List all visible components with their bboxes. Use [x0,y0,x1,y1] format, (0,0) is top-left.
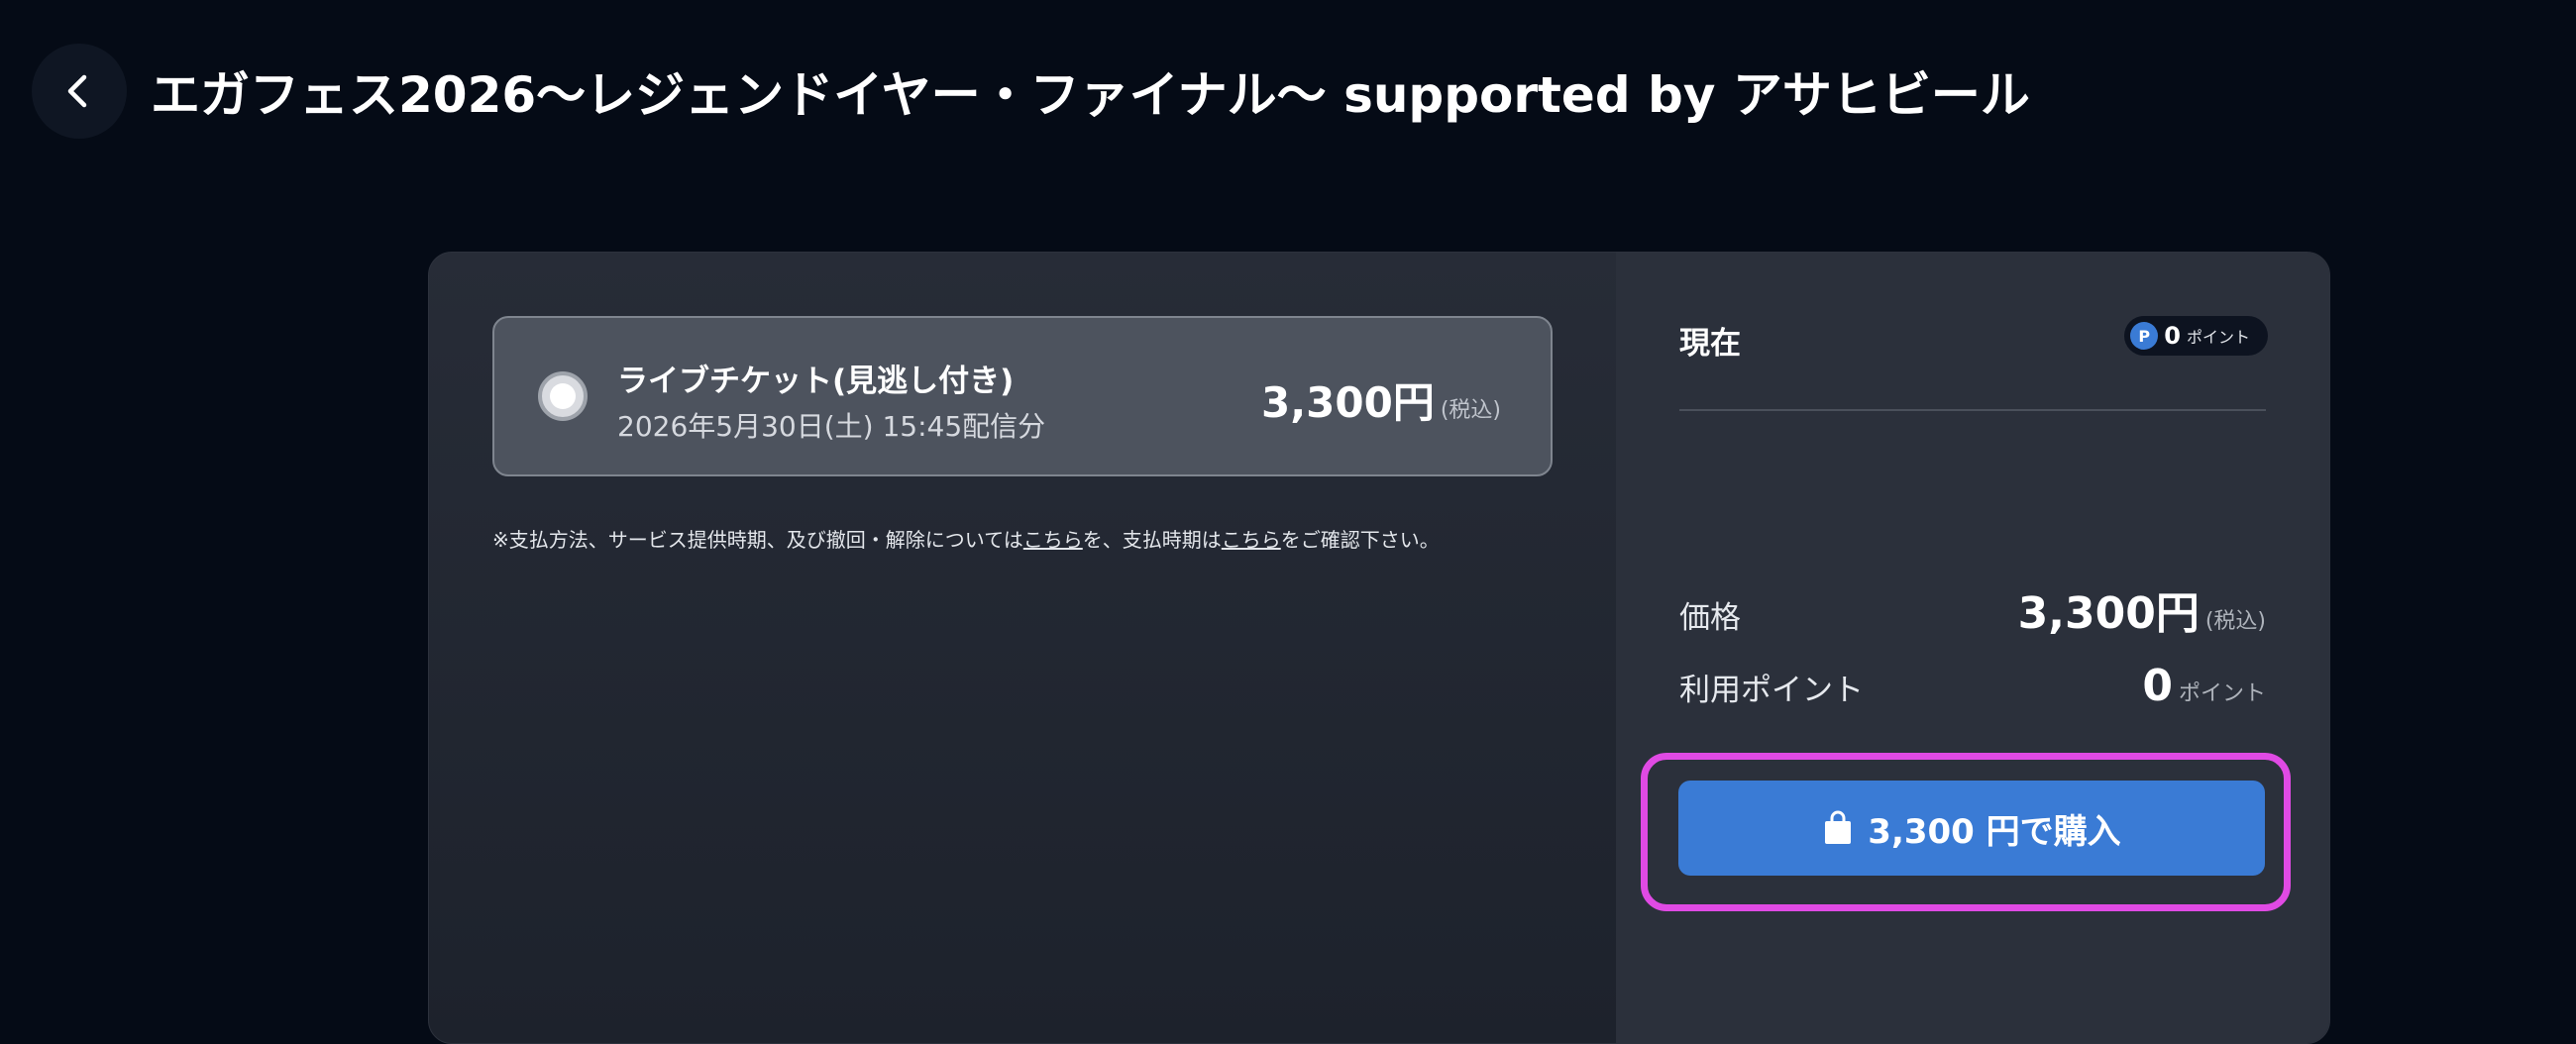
ticket-radio[interactable] [538,371,588,421]
use-points-value-group: 0 ポイント [2142,661,2266,711]
notice-text-3: をご確認下さい。 [1280,528,1440,552]
ticket-price: 3,300円 (税込) [1261,369,1501,430]
price-tax-note: (税込) [2204,609,2266,634]
notice-link-terms[interactable]: こちら [1023,528,1083,552]
notice-text-2: を、支払時期は [1082,528,1222,552]
use-points-value: 0 [2142,661,2173,711]
page-title: エガフェス2026〜レジェンドイヤー・ファイナル〜 supported by ア… [151,66,2030,124]
use-points-row: 利用ポイント 0 ポイント [1679,661,2266,711]
radio-selected-dot [550,383,576,409]
use-points-unit: ポイント [2178,681,2266,706]
ticket-option[interactable]: ライブチケット(見逃し付き) 2026年5月30日(土) 15:45配信分 3,… [492,316,1553,476]
page-header: エガフェス2026〜レジェンドイヤー・ファイナル〜 supported by ア… [32,44,2030,139]
summary-panel: 現在 P 0 ポイント 価格 3,300円 (税込) 利用ポイント 0 ポイント [1616,253,2329,1043]
price-value-group: 3,300円 (税込) [2018,577,2266,641]
notice-link-payment-timing[interactable]: こちら [1222,528,1281,552]
points-balance: P 0 ポイント [2124,316,2268,356]
points-icon: P [2130,322,2159,350]
shopping-bag-icon [1825,810,1852,844]
price-row: 価格 3,300円 (税込) [1679,577,2266,641]
buy-button-label: 3,300 円で購入 [1868,811,2121,852]
divider [1679,409,2266,411]
chevron-left-icon [67,74,87,108]
current-label: 現在 [1679,326,1741,362]
buy-button[interactable]: 3,300 円で購入 [1678,781,2265,876]
back-button[interactable] [32,44,127,139]
ticket-tax-note: (税込) [1440,398,1501,423]
payment-notice: ※支払方法、サービス提供時期、及び撤回・解除についてはこちらを、支払時期はこちら… [492,524,1440,553]
purchase-card: ライブチケット(見逃し付き) 2026年5月30日(土) 15:45配信分 3,… [428,252,2330,1044]
notice-text-1: ※支払方法、サービス提供時期、及び撤回・解除については [492,528,1023,552]
ticket-name: ライブチケット(見逃し付き) [617,364,1015,399]
use-points-label: 利用ポイント [1679,673,1864,708]
points-balance-unit: ポイント [2186,328,2250,347]
price-label: 価格 [1679,600,1741,636]
price-value: 3,300円 [2017,588,2200,639]
ticket-date: 2026年5月30日(土) 15:45配信分 [617,410,1046,443]
points-balance-value: 0 [2164,322,2181,350]
ticket-price-value: 3,300円 [1260,378,1435,427]
